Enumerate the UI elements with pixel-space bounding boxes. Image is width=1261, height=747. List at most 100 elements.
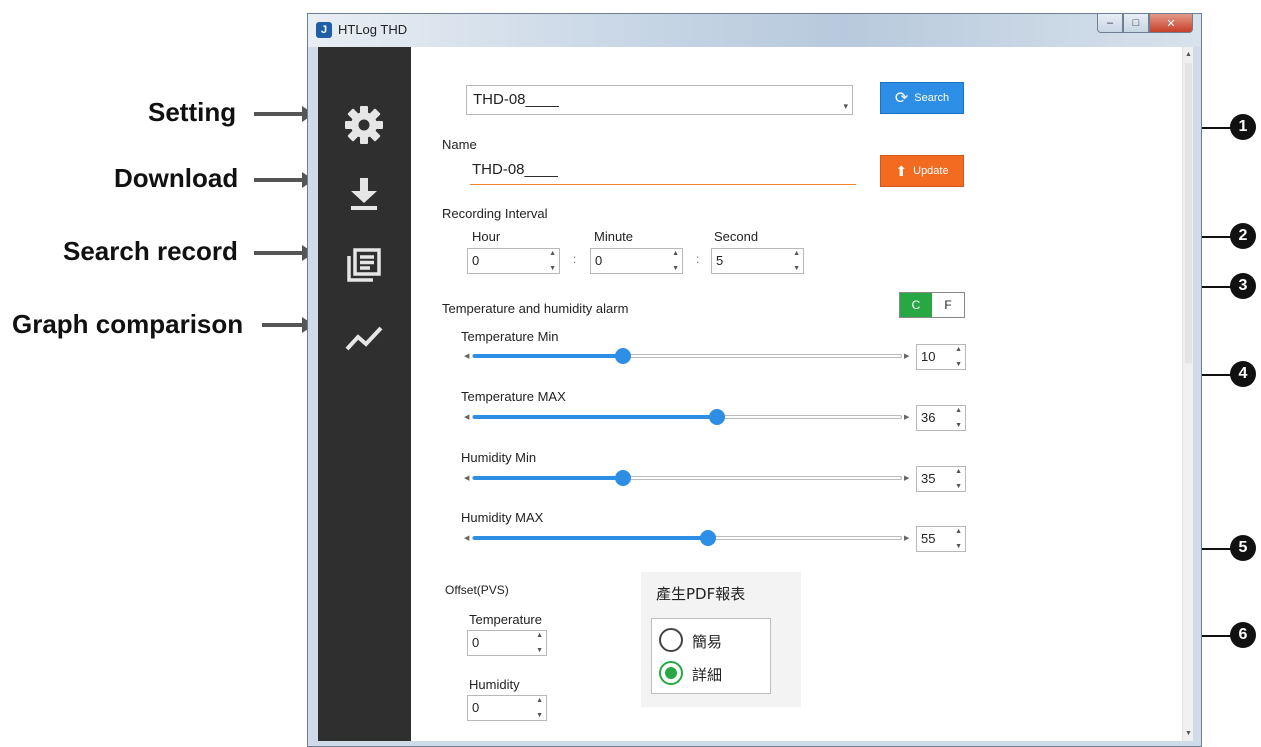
slider-right-arrow-icon[interactable]: ▶ (904, 474, 909, 482)
scroll-up-icon[interactable]: ▲ (1185, 51, 1192, 58)
pdf-report-title: 產生PDF報表 (656, 585, 746, 603)
chart-line-icon[interactable] (342, 317, 386, 361)
slider-left-arrow-icon[interactable]: ◀ (464, 413, 469, 421)
upload-icon: ⬆ (895, 162, 908, 179)
annotation-arrow-download (254, 178, 304, 182)
temperature-min-value: 10 (921, 349, 936, 364)
window-controls: – □ ✕ (1097, 14, 1193, 33)
second-down-icon[interactable]: ▼ (793, 265, 800, 272)
slider-fill (473, 476, 623, 480)
slider-thumb[interactable] (615, 470, 631, 486)
radio-simple-label[interactable]: 簡易 (692, 631, 722, 652)
offset-temperature-stepper[interactable]: 0 ▲ ▼ (467, 630, 547, 656)
minute-stepper[interactable]: 0 ▲ ▼ (590, 248, 683, 274)
minute-down-icon[interactable]: ▼ (672, 265, 679, 272)
humidity-max-slider[interactable] (472, 530, 902, 546)
minute-second-separator: : (696, 252, 700, 266)
settings-panel: THD-08____ ▾ ⟳ Search Name THD-08____ ⬆ … (411, 47, 1182, 741)
temperature-max-down-icon[interactable]: ▼ (955, 422, 962, 429)
scroll-down-icon[interactable]: ▼ (1185, 730, 1192, 737)
slider-left-arrow-icon[interactable]: ◀ (464, 534, 469, 542)
temperature-max-stepper[interactable]: 36 ▲ ▼ (916, 405, 966, 431)
humidity-max-up-icon[interactable]: ▲ (955, 528, 962, 535)
second-up-icon[interactable]: ▲ (793, 250, 800, 257)
update-button-label: Update (913, 165, 949, 177)
temperature-min-label: Temperature Min (461, 329, 559, 344)
close-button[interactable]: ✕ (1149, 14, 1193, 33)
hour-down-icon[interactable]: ▼ (549, 265, 556, 272)
scroll-thumb[interactable] (1185, 63, 1192, 363)
second-label: Second (714, 229, 759, 244)
radio-simple[interactable] (659, 628, 683, 652)
second-value: 5 (716, 253, 724, 268)
temperature-max-up-icon[interactable]: ▲ (955, 407, 962, 414)
temperature-min-stepper[interactable]: 10 ▲ ▼ (916, 344, 966, 370)
slider-thumb[interactable] (709, 409, 725, 425)
window-title: HTLog THD (338, 22, 408, 37)
maximize-button[interactable]: □ (1123, 14, 1149, 33)
callout-badge-6: 6 (1230, 622, 1256, 648)
humidity-min-slider[interactable] (472, 470, 902, 486)
alarm-label: Temperature and humidity alarm (442, 301, 629, 316)
dropdown-arrow-icon: ▾ (843, 101, 848, 111)
humidity-max-stepper[interactable]: 55 ▲ ▼ (916, 526, 966, 552)
humidity-min-stepper[interactable]: 35 ▲ ▼ (916, 466, 966, 492)
search-button-label: Search (914, 92, 950, 104)
humidity-max-value: 55 (921, 531, 936, 546)
slider-thumb[interactable] (615, 348, 631, 364)
humidity-min-down-icon[interactable]: ▼ (955, 483, 962, 490)
minute-label: Minute (594, 229, 634, 244)
temperature-max-label: Temperature MAX (461, 389, 566, 404)
hour-up-icon[interactable]: ▲ (549, 250, 556, 257)
device-select[interactable]: THD-08____ ▾ (466, 85, 853, 115)
offset-temperature-down-icon[interactable]: ▼ (536, 647, 543, 654)
records-icon[interactable] (342, 243, 386, 287)
search-button[interactable]: ⟳ Search (880, 82, 964, 114)
minute-up-icon[interactable]: ▲ (672, 250, 679, 257)
slider-right-arrow-icon[interactable]: ▶ (904, 534, 909, 542)
gear-icon[interactable] (342, 103, 386, 147)
second-stepper[interactable]: 5 ▲ ▼ (711, 248, 804, 274)
unit-c-option[interactable]: C (900, 293, 932, 317)
callout-badge-5: 5 (1230, 535, 1256, 561)
annotation-download: Download (114, 163, 239, 193)
slider-left-arrow-icon[interactable]: ◀ (464, 352, 469, 360)
annotation-graph-comparison: Graph comparison (12, 309, 244, 339)
annotation-arrow-search-record (254, 251, 304, 255)
temperature-max-slider[interactable] (472, 409, 902, 425)
hour-minute-separator: : (573, 252, 577, 266)
app-window: J HTLog THD – □ ✕ THD-08____ ▾ ⟳ Search … (307, 13, 1202, 747)
title-bar[interactable]: J HTLog THD – □ ✕ (308, 14, 1201, 47)
minimize-button[interactable]: – (1097, 14, 1123, 33)
unit-f-option[interactable]: F (932, 293, 964, 317)
slider-right-arrow-icon[interactable]: ▶ (904, 413, 909, 421)
unit-toggle[interactable]: C F (899, 292, 965, 318)
temperature-min-down-icon[interactable]: ▼ (955, 361, 962, 368)
offset-humidity-up-icon[interactable]: ▲ (536, 697, 543, 704)
download-icon[interactable] (342, 172, 386, 216)
slider-thumb[interactable] (700, 530, 716, 546)
offset-humidity-down-icon[interactable]: ▼ (536, 712, 543, 719)
callout-badge-2: 2 (1230, 223, 1256, 249)
annotation-setting: Setting (148, 97, 237, 127)
temperature-min-slider[interactable] (472, 348, 902, 364)
pdf-report-options: 簡易 詳細 (651, 618, 771, 694)
slider-left-arrow-icon[interactable]: ◀ (464, 474, 469, 482)
slider-fill (473, 536, 708, 540)
hour-stepper[interactable]: 0 ▲ ▼ (467, 248, 560, 274)
slider-right-arrow-icon[interactable]: ▶ (904, 352, 909, 360)
name-field[interactable]: THD-08____ (470, 159, 856, 185)
humidity-min-up-icon[interactable]: ▲ (955, 468, 962, 475)
vertical-scrollbar[interactable]: ▲ ▼ (1182, 47, 1193, 741)
offset-humidity-stepper[interactable]: 0 ▲ ▼ (467, 695, 547, 721)
callout-badge-1: 1 (1230, 114, 1256, 140)
update-button[interactable]: ⬆ Update (880, 155, 964, 187)
temperature-min-up-icon[interactable]: ▲ (955, 346, 962, 353)
recording-interval-label: Recording Interval (442, 206, 548, 221)
radio-detailed[interactable] (659, 661, 683, 685)
offset-temperature-up-icon[interactable]: ▲ (536, 632, 543, 639)
callout-badge-4: 4 (1230, 361, 1256, 387)
offset-label: Offset(PVS) (445, 583, 509, 597)
radio-detailed-label[interactable]: 詳細 (692, 664, 722, 685)
humidity-max-down-icon[interactable]: ▼ (955, 543, 962, 550)
